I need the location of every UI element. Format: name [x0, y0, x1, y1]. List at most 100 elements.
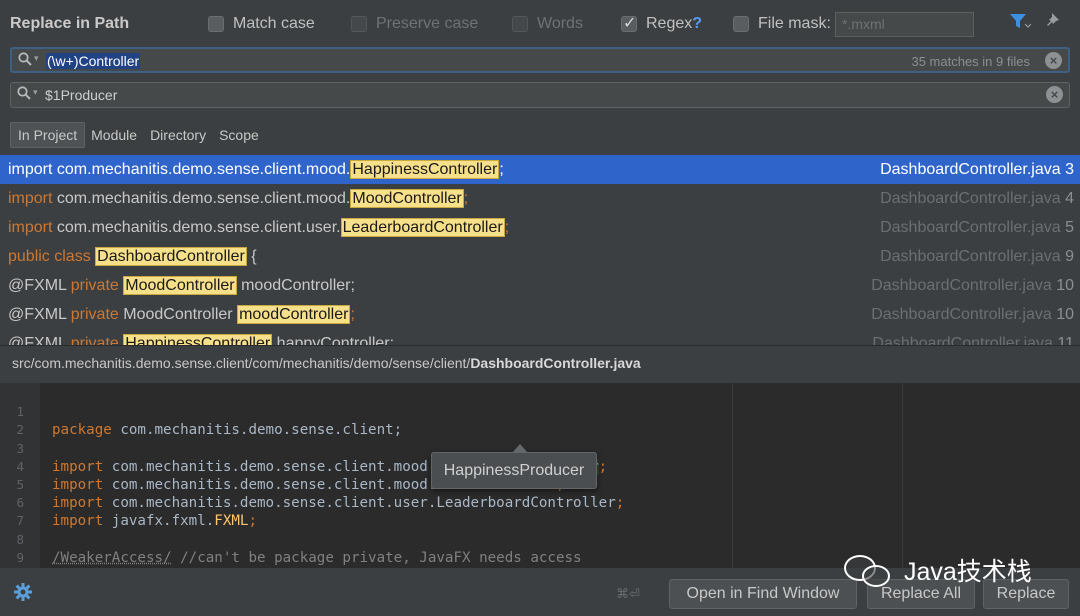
- checkbox-box[interactable]: [512, 16, 528, 32]
- code-line: 2: [0, 403, 34, 437]
- result-row[interactable]: @FXML private HappinessController happyC…: [0, 329, 1080, 345]
- match-case-checkbox[interactable]: Match case: [208, 14, 315, 34]
- find-input[interactable]: (\w+)Controller: [46, 53, 141, 69]
- result-row[interactable]: import com.mechanitis.demo.sense.client.…: [0, 184, 1080, 213]
- file-mask-checkbox[interactable]: File mask:: [733, 14, 831, 34]
- result-row[interactable]: import com.mechanitis.demo.sense.client.…: [0, 155, 1080, 184]
- result-file: DashboardController.java 4: [880, 184, 1074, 213]
- result-filename: DashboardController.java: [880, 248, 1061, 265]
- result-match: MoodController: [350, 189, 464, 208]
- preserve-case-label: Preserve case: [376, 15, 479, 32]
- checkbox-box-checked[interactable]: [621, 13, 637, 33]
- result-keyword: import: [8, 190, 53, 207]
- result-filename: DashboardController.java: [871, 306, 1052, 323]
- result-text: ;: [350, 306, 355, 323]
- result-annotation: @FXML: [8, 335, 67, 345]
- words-label: Words: [537, 15, 583, 32]
- result-keyword: import: [8, 161, 53, 178]
- code-line: 7: [0, 494, 34, 528]
- right-margin-guide: [902, 383, 903, 568]
- result-file: DashboardController.java 5: [880, 213, 1074, 242]
- clear-icon[interactable]: ×: [1046, 86, 1063, 103]
- preserve-case-checkbox[interactable]: Preserve case: [351, 14, 478, 34]
- result-match: MoodController: [123, 276, 237, 295]
- result-line-number: 10: [1056, 277, 1074, 294]
- words-checkbox[interactable]: Words: [512, 14, 583, 34]
- tab-in-project[interactable]: In Project: [10, 122, 86, 148]
- result-text: ;: [499, 161, 504, 178]
- search-icon[interactable]: [17, 86, 31, 104]
- code-text: package com.mechanitis.demo.sense.client…: [52, 422, 403, 439]
- preview-file-path: src/com.mechanitis.demo.sense.client/com…: [0, 345, 1080, 383]
- code-line: 9 public class DashboardController {: [0, 531, 34, 565]
- result-filename: DashboardController.java: [880, 190, 1061, 207]
- result-filename: DashboardController.java: [871, 277, 1052, 294]
- result-file: DashboardController.java 10: [871, 300, 1074, 329]
- search-icon[interactable]: [18, 52, 32, 70]
- pin-icon[interactable]: [1046, 12, 1064, 37]
- chevron-down-icon[interactable]: ▾: [34, 53, 39, 64]
- result-filename: DashboardController.java: [872, 335, 1053, 345]
- result-line-number: 9: [1065, 248, 1074, 265]
- indent-guide: [732, 383, 733, 568]
- result-text: ;: [463, 190, 469, 207]
- checkbox-box[interactable]: [733, 16, 749, 32]
- dialog-title: Replace in Path: [10, 15, 130, 32]
- file-mask-input[interactable]: *.mxml: [835, 12, 974, 37]
- result-row[interactable]: @FXML private MoodController moodControl…: [0, 300, 1080, 329]
- tab-scope[interactable]: Scope: [212, 123, 266, 147]
- file-path-filename: DashboardController.java: [470, 355, 641, 371]
- replace-field[interactable]: ▾ $1Producer ×: [10, 82, 1070, 108]
- code-line: 1 package com.mechanitis.demo.sense.clie…: [0, 385, 402, 438]
- clear-icon[interactable]: ×: [1045, 52, 1062, 69]
- result-file: DashboardController.java 11: [872, 329, 1074, 345]
- code-line: 3 import com.mechanitis.demo.sense.clien…: [0, 421, 607, 475]
- result-text: moodController;: [236, 277, 355, 294]
- chevron-down-icon[interactable]: ▾: [33, 87, 38, 98]
- regex-checkbox[interactable]: Regex ?: [621, 13, 702, 34]
- code-line: 10 @FXML private MoodController moodCont…: [0, 549, 34, 567]
- result-match: moodController: [237, 305, 351, 324]
- result-match: DashboardController: [95, 247, 247, 266]
- result-line-number: 5: [1065, 219, 1074, 236]
- result-file: DashboardController.java 9: [880, 242, 1074, 271]
- result-line-number: 3: [1065, 161, 1074, 178]
- gear-icon[interactable]: [13, 582, 33, 608]
- result-match: LeaderboardController: [340, 218, 505, 237]
- code-text: /WeakerAccess/ //can't be package privat…: [52, 549, 582, 566]
- dialog-header: Replace in Path Match case Preserve case…: [0, 0, 1080, 48]
- result-row[interactable]: import com.mechanitis.demo.sense.client.…: [0, 213, 1080, 242]
- checkbox-box[interactable]: [208, 16, 224, 32]
- result-line-number: 10: [1056, 306, 1074, 323]
- checkbox-box[interactable]: [351, 16, 367, 32]
- replace-input[interactable]: $1Producer: [45, 87, 117, 103]
- result-keyword: private: [66, 306, 124, 323]
- open-in-find-window-button[interactable]: Open in Find Window: [669, 579, 857, 609]
- code-line: 8 /WeakerAccess/ //can't be package priv…: [0, 512, 581, 566]
- result-keyword: public class: [8, 248, 91, 265]
- replacement-preview-tooltip: HappinessProducer: [431, 444, 597, 489]
- result-keyword: import: [8, 219, 53, 236]
- result-line-number: 4: [1065, 190, 1074, 207]
- result-match: HappinessController: [123, 334, 273, 345]
- filter-icon[interactable]: [1009, 12, 1032, 37]
- result-filename: DashboardController.java: [880, 219, 1061, 236]
- file-mask-label: File mask:: [758, 15, 831, 32]
- result-text: com.mechanitis.demo.sense.client.user.: [52, 219, 341, 236]
- result-text: MoodController: [123, 306, 238, 323]
- result-text: happyController;: [272, 335, 395, 345]
- result-annotation: @FXML: [8, 306, 67, 323]
- match-case-label: Match case: [233, 15, 315, 32]
- tab-module[interactable]: Module: [84, 123, 144, 147]
- tab-directory[interactable]: Directory: [143, 123, 213, 147]
- regex-help-link[interactable]: ?: [692, 15, 702, 33]
- result-row[interactable]: public class DashboardController { Dashb…: [0, 242, 1080, 271]
- code-line: 4 import com.mechanitis.demo.sense.clien…: [0, 440, 564, 493]
- code-line: 6 import javafx.fxml.FXML;: [0, 476, 257, 529]
- find-field[interactable]: ▾ (\w+)Controller 35 matches in 9 files …: [10, 47, 1070, 73]
- code-text: import com.mechanitis.demo.sense.client.…: [52, 495, 625, 512]
- result-row[interactable]: @FXML private MoodController moodControl…: [0, 271, 1080, 300]
- regex-label: Regex: [646, 15, 693, 32]
- result-line-number: 11: [1057, 335, 1074, 345]
- wechat-icon: [844, 553, 894, 587]
